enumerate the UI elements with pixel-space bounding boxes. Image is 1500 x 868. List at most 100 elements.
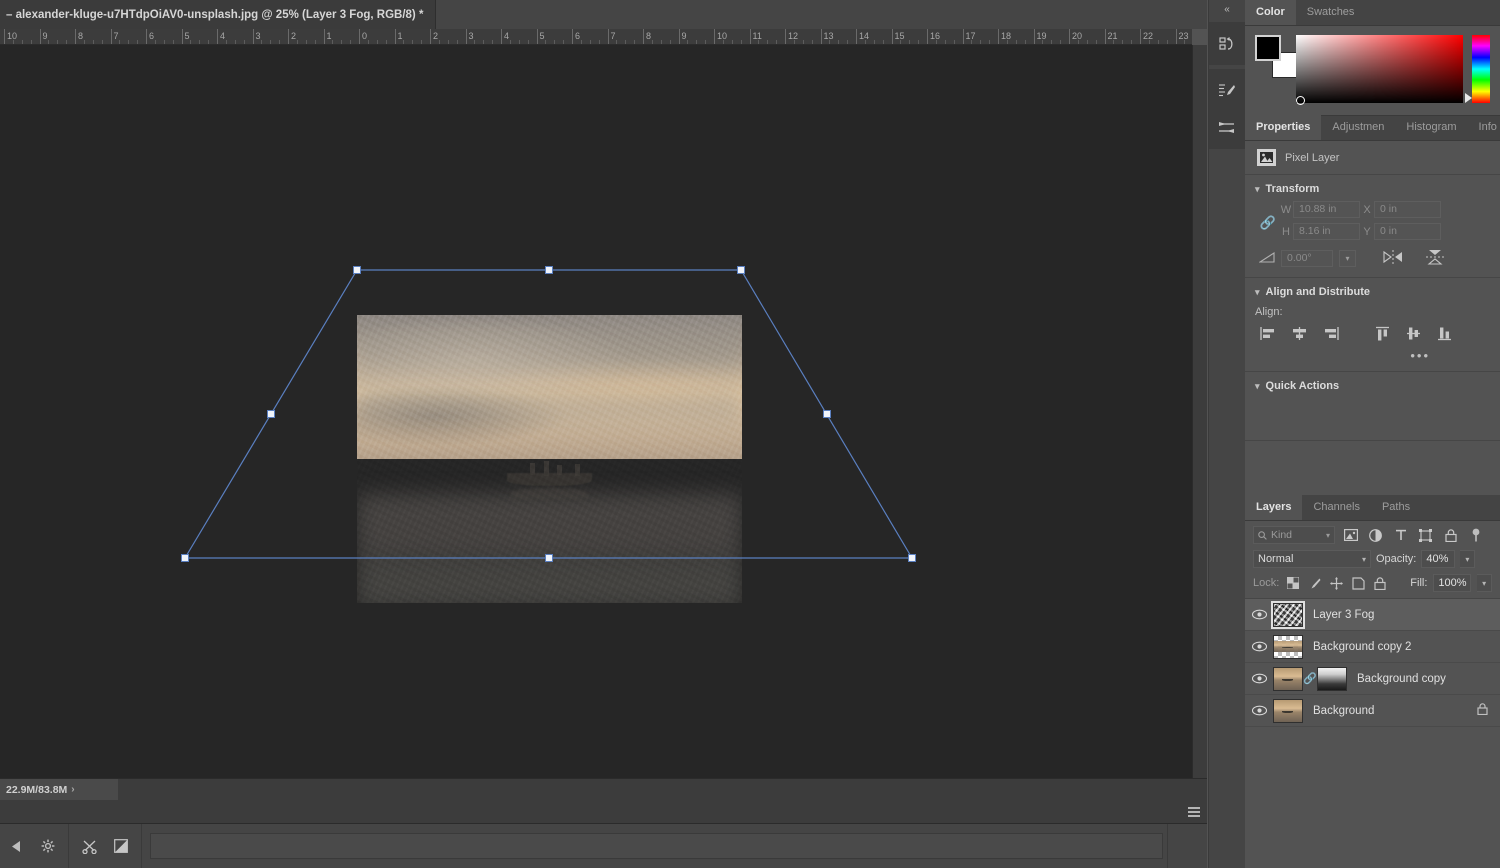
layer-thumbnail[interactable] [1273, 634, 1303, 659]
transform-section-header[interactable]: ▾ Transform [1245, 183, 1500, 201]
transform-handle-bottom-right[interactable] [908, 554, 916, 562]
layer-row-background-copy[interactable]: 🔗 Background copy [1245, 663, 1500, 695]
layer-name-label: Background copy 2 [1313, 640, 1412, 653]
layer-mask-thumbnail[interactable] [1317, 666, 1347, 691]
y-position-input[interactable]: 0 in [1374, 223, 1441, 240]
rail-group-2 [1209, 69, 1245, 149]
rotate-angle-input[interactable]: 0.00° [1281, 250, 1333, 267]
align-more-options-button[interactable]: ••• [1410, 348, 1430, 363]
layer-visibility-icon[interactable] [1245, 705, 1273, 716]
align-center-horizontal-icon[interactable] [1286, 322, 1313, 344]
play-back-icon[interactable] [0, 824, 32, 868]
transform-handle-middle-left[interactable] [267, 410, 275, 418]
status-expand-arrow[interactable]: › [71, 784, 74, 795]
quick-actions-header[interactable]: ▾ Quick Actions [1245, 380, 1500, 398]
layer-kind-filter[interactable]: Kind ▾ [1253, 526, 1335, 544]
adjustments-icon[interactable] [1210, 111, 1244, 145]
ruler-label: 1 [397, 31, 403, 41]
x-position-input[interactable]: 0 in [1374, 201, 1441, 218]
align-right-icon[interactable] [1317, 322, 1344, 344]
fill-dropdown-icon[interactable]: ▾ [1477, 574, 1492, 592]
tab-properties[interactable]: Properties [1245, 114, 1322, 140]
align-section-header[interactable]: ▾ Align and Distribute [1245, 286, 1500, 304]
layer-thumbnail[interactable] [1273, 698, 1303, 723]
height-input[interactable]: 8.16 in [1293, 223, 1360, 240]
transform-handle-top-left[interactable] [353, 266, 361, 274]
tab-histogram[interactable]: Histogram [1395, 114, 1467, 140]
layer-row-background-copy-2[interactable]: Background copy 2 [1245, 631, 1500, 663]
pixel-filter-icon[interactable] [1341, 526, 1360, 544]
hue-slider[interactable] [1464, 35, 1490, 103]
canvas-vertical-scrollbar[interactable] [1192, 45, 1207, 778]
transform-row-w-x: W 10.88 in X 0 in [1279, 201, 1500, 218]
timeline-bar [0, 800, 1207, 824]
timeline-track[interactable] [150, 833, 1163, 859]
transform-handle-middle-right[interactable] [823, 410, 831, 418]
align-label: Align: [1255, 306, 1283, 318]
layer-thumbnail[interactable] [1273, 666, 1303, 691]
align-top-icon[interactable] [1369, 322, 1396, 344]
color-panel-body [1245, 26, 1500, 115]
document-size-status[interactable]: 22.9M/83.8M › [0, 778, 118, 801]
tab-info[interactable]: Info [1468, 114, 1500, 140]
brush-settings-icon[interactable] [1210, 74, 1244, 108]
shape-filter-icon[interactable] [1416, 526, 1435, 544]
lock-position-icon[interactable] [1329, 575, 1345, 591]
timeline-menu-icon[interactable] [1188, 807, 1200, 817]
transform-handle-bottom-center[interactable] [545, 554, 553, 562]
tab-layers-label: Layers [1256, 501, 1292, 513]
opacity-dropdown-icon[interactable]: ▾ [1460, 550, 1476, 568]
filter-toggle-icon[interactable] [1466, 526, 1485, 544]
flip-horizontal-icon[interactable] [1382, 250, 1404, 267]
split-square-icon[interactable] [105, 824, 137, 868]
layer-visibility-icon[interactable] [1245, 673, 1273, 684]
lock-all-icon[interactable] [1372, 575, 1388, 591]
smart-object-filter-icon[interactable] [1441, 526, 1460, 544]
type-filter-icon[interactable] [1391, 526, 1410, 544]
lock-artboard-icon[interactable] [1351, 575, 1367, 591]
pixel-layer-icon [1257, 149, 1276, 166]
tab-paths[interactable]: Paths [1371, 494, 1421, 520]
align-bottom-icon[interactable] [1431, 322, 1458, 344]
collapse-panels-icon[interactable]: « [1209, 0, 1245, 18]
properties-layer-type-row: Pixel Layer [1245, 141, 1500, 175]
transform-handle-bottom-left[interactable] [181, 554, 189, 562]
layer-thumbnail[interactable] [1271, 600, 1305, 629]
layer-row-layer-3-fog[interactable]: Layer 3 Fog [1245, 599, 1500, 631]
width-input[interactable]: 10.88 in [1293, 201, 1360, 218]
foreground-color-swatch[interactable] [1255, 35, 1281, 61]
layer-row-background[interactable]: Background [1245, 695, 1500, 727]
gear-icon[interactable] [32, 824, 64, 868]
transform-handle-top-center[interactable] [545, 266, 553, 274]
layer-visibility-icon[interactable] [1245, 641, 1273, 652]
lock-pixels-icon[interactable] [1307, 575, 1323, 591]
color-panel-tabs: Color Swatches [1245, 0, 1500, 26]
history-icon[interactable] [1210, 27, 1244, 61]
document-tab[interactable]: – alexander-kluge-u7HTdpOiAV0-unsplash.j… [0, 0, 437, 29]
tab-color[interactable]: Color [1245, 0, 1296, 25]
mask-link-icon[interactable]: 🔗 [1303, 672, 1317, 685]
link-aspect-ratio-icon[interactable]: 🔗 [1257, 215, 1279, 231]
align-middle-vertical-icon[interactable] [1400, 322, 1427, 344]
color-field-cursor[interactable] [1295, 96, 1305, 105]
rotate-angle-dropdown[interactable]: ▾ [1339, 250, 1356, 267]
transform-handle-top-right[interactable] [737, 266, 745, 274]
fill-input[interactable]: 100% [1433, 574, 1472, 592]
hue-slider-marker[interactable] [1464, 93, 1472, 103]
document-tab-label: – alexander-kluge-u7HTdpOiAV0-unsplash.j… [6, 8, 424, 21]
tab-swatches[interactable]: Swatches [1296, 0, 1366, 25]
align-left-icon[interactable] [1255, 322, 1282, 344]
opacity-input[interactable]: 40% [1421, 550, 1456, 568]
tab-layers[interactable]: Layers [1245, 494, 1303, 520]
scissors-icon[interactable] [73, 824, 105, 868]
status-bar: 22.9M/83.8M › [0, 778, 1207, 801]
color-field-picker[interactable] [1295, 35, 1463, 105]
tab-channels[interactable]: Channels [1302, 494, 1370, 520]
layer-visibility-icon[interactable] [1245, 609, 1273, 620]
blend-mode-select[interactable]: Normal ▾ [1253, 550, 1371, 568]
flip-vertical-icon[interactable] [1426, 248, 1444, 269]
canvas-area[interactable] [0, 45, 1192, 778]
adjustment-filter-icon[interactable] [1366, 526, 1385, 544]
tab-adjustments[interactable]: Adjustmen [1321, 114, 1395, 140]
lock-transparency-icon[interactable] [1285, 575, 1301, 591]
